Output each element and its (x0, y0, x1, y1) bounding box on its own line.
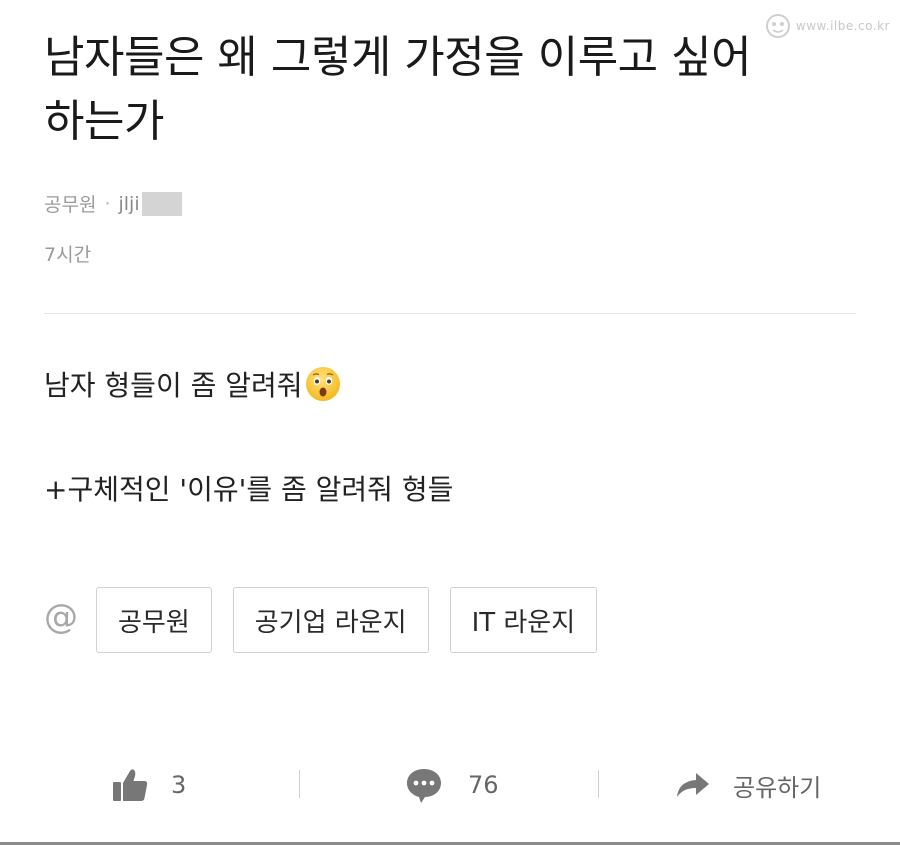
tag-public-enterprise-lounge[interactable]: 공기업 라운지 (232, 587, 429, 653)
post-body-line-2: +구체적인 '이유'를 좀 알려줘 형들 (44, 473, 454, 506)
post-body-text-1: 남자 형들이 좀 알려줘 (44, 369, 303, 402)
meta-separator-dot: · (104, 192, 111, 215)
tag-it-lounge[interactable]: IT 라운지 (449, 587, 598, 653)
tag-civil-servant[interactable]: 공무원 (96, 587, 212, 653)
post-body-line-1: 남자 형들이 좀 알려줘 (44, 364, 341, 404)
share-label: 공유하기 (733, 773, 822, 802)
header-divider (44, 313, 856, 314)
post-author[interactable]: jlji (119, 193, 140, 215)
comment-count: 76 (468, 771, 499, 799)
watermark-text: www.ilbe.co.kr (795, 19, 890, 33)
post-meta: 공무원 · jlji (44, 190, 182, 217)
author-redaction-block (141, 191, 182, 216)
like-count: 3 (171, 771, 187, 799)
post-category[interactable]: 공무원 (44, 190, 96, 217)
at-sign-icon: @ (44, 597, 78, 637)
post-title: 남자들은 왜 그렇게 가정을 이루고 싶어 하는가 (44, 32, 752, 147)
comment-bubble-icon (407, 769, 441, 803)
like-button[interactable]: 3 (111, 760, 186, 810)
post-actions: 3 76 공유하기 (0, 760, 900, 810)
astonished-face-emoji (305, 367, 340, 401)
action-separator-2 (598, 770, 599, 798)
share-button[interactable]: 공유하기 (675, 760, 821, 810)
comment-button[interactable]: 76 (404, 760, 499, 810)
thumbs-up-icon (113, 769, 148, 801)
share-arrow-icon (677, 773, 709, 797)
lounge-tags: @ 공무원 공기업 라운지 IT 라운지 (44, 587, 618, 653)
post-time: 7시간 (44, 244, 92, 266)
action-separator-1 (299, 770, 300, 798)
